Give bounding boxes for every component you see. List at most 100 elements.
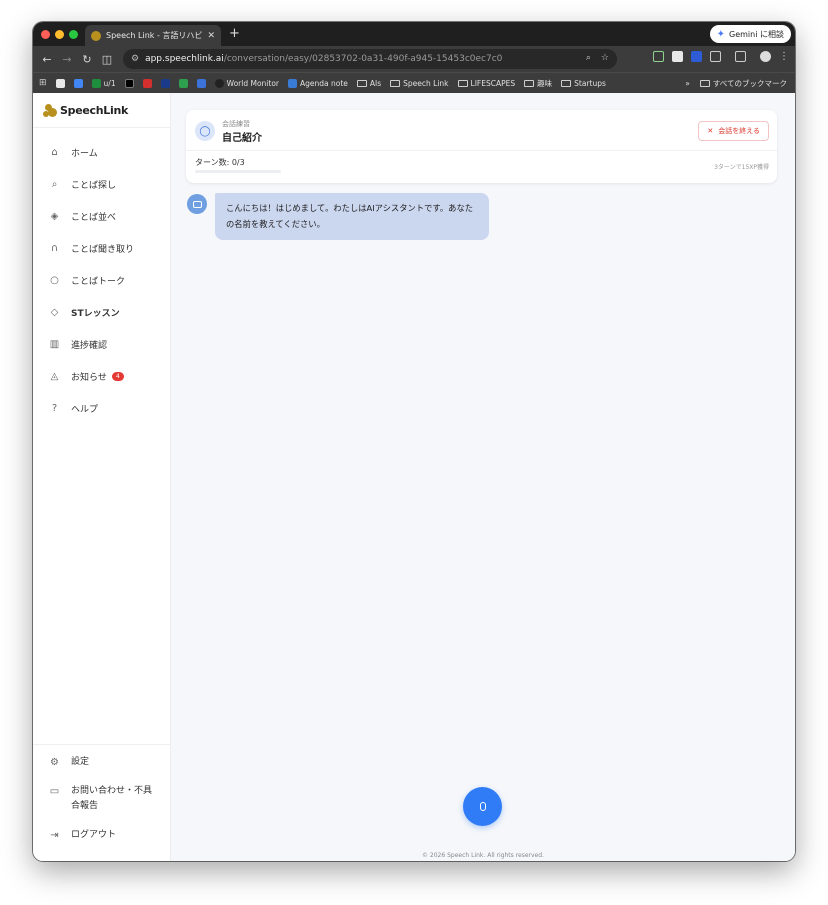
sidebar-item-label: ことば探し xyxy=(71,180,117,191)
bookmark-world-monitor[interactable]: World Monitor xyxy=(214,78,279,88)
extension-icon[interactable] xyxy=(653,51,664,62)
bookmark-u1[interactable]: u/1 xyxy=(91,78,116,88)
menu-dots-icon[interactable]: ⋮ xyxy=(779,51,789,62)
sidebar-item-label: ことば並べ xyxy=(71,212,117,223)
bookmark-label: u/1 xyxy=(103,78,116,88)
notification-count-badge: 4 xyxy=(111,371,124,381)
robot-icon xyxy=(192,200,202,208)
sidebar-item-contact[interactable]: ▭ お問い合わせ・不具合報告 xyxy=(33,784,170,814)
graduation-cap-icon: ◇ xyxy=(50,306,59,318)
forward-icon[interactable]: → xyxy=(57,53,77,66)
bank-bookmark-icon[interactable] xyxy=(160,78,170,88)
gemini-label: Gemini に相談 xyxy=(729,29,784,39)
brand-logo[interactable]: SpeechLink xyxy=(33,93,170,128)
assistant-message: こんにちは！はじめまして。わたしはAIアシスタントです。あなたの名前を教えてくだ… xyxy=(215,193,489,240)
microphone-button[interactable] xyxy=(463,787,502,826)
bookmark-label: 趣味 xyxy=(537,78,553,88)
docs-bookmark-icon[interactable] xyxy=(73,78,83,88)
site-info-icon[interactable]: ⚙ xyxy=(131,54,139,64)
bookmark-star-icon[interactable]: ☆ xyxy=(601,53,609,63)
sidebar-item-home[interactable]: ⌂ ホーム xyxy=(33,136,170,168)
bookmark-agenda-note[interactable]: Agenda note xyxy=(288,78,348,88)
side-panel-icon[interactable]: ◫ xyxy=(97,53,117,66)
news-bookmark-icon[interactable] xyxy=(142,78,152,88)
sidebar-nav: ⌂ ホーム ⌕ ことば探し ◈ ことば並べ ∩ ことば聞き取り ○ ことばトーク ◇ STレ… xyxy=(33,128,170,424)
chat-bubble-icon: ○ xyxy=(50,274,59,286)
agenda-icon xyxy=(288,78,297,88)
green-bookmark-icon[interactable] xyxy=(178,78,188,88)
profile-avatar[interactable] xyxy=(760,51,771,62)
conversation-category: 会話練習 xyxy=(222,120,250,128)
search-icon: ⌕ xyxy=(51,178,58,190)
sidebar-item-progress[interactable]: ▥ 進捗確認 xyxy=(33,328,170,360)
logout-icon: ⇥ xyxy=(50,830,59,841)
address-bar[interactable]: ⚙ app.speechlink.ai/conversation/easy/02… xyxy=(123,49,617,69)
sidebar-item-word-search[interactable]: ⌕ ことば探し xyxy=(33,168,170,200)
reading-list-icon[interactable] xyxy=(735,51,746,62)
bookmark-folder-speechlink[interactable]: Speech Link xyxy=(390,79,449,88)
folder-icon xyxy=(699,80,710,87)
url-text: app.speechlink.ai/conversation/easy/0285… xyxy=(145,54,502,64)
footer-copyright: © 2026 Speech Link. All rights reserved. xyxy=(422,852,544,859)
close-window-button[interactable] xyxy=(41,30,50,39)
sidebar-item-label: ホーム xyxy=(71,148,98,159)
extension-s-icon[interactable] xyxy=(672,51,683,62)
sidebar-item-help[interactable]: ? ヘルプ xyxy=(33,392,170,424)
end-conversation-button[interactable]: ✕ 会話を終える xyxy=(698,121,769,141)
browser-tab[interactable]: Speech Link - 言語リハビリ支援 ✕ xyxy=(85,25,221,46)
x-bookmark-icon[interactable] xyxy=(124,78,134,88)
close-tab-icon[interactable]: ✕ xyxy=(207,31,215,41)
bookmark-folder-startups[interactable]: Startups xyxy=(561,79,606,88)
bookmark-label: Startups xyxy=(574,78,606,88)
reload-icon[interactable]: ↻ xyxy=(77,53,97,66)
minimize-window-button[interactable] xyxy=(55,30,64,39)
xp-reward-note: 3ターンで15XP獲得 xyxy=(714,164,769,171)
folder-icon xyxy=(561,79,572,87)
all-bookmarks-folder[interactable]: すべてのブックマーク xyxy=(699,78,787,89)
layers-icon: ◈ xyxy=(50,210,59,222)
bookmark-label: World Monitor xyxy=(226,78,279,88)
globe-icon xyxy=(214,78,224,88)
more-bookmarks-icon[interactable]: » xyxy=(685,79,690,88)
sidebar-item-label: 設定 xyxy=(71,757,90,767)
blue-bookmark-icon[interactable] xyxy=(196,78,206,88)
folder-icon xyxy=(524,79,535,87)
sidebar-item-listening[interactable]: ∩ ことば聞き取り xyxy=(33,232,170,264)
sidebar-item-label: ログアウト xyxy=(71,830,117,840)
bookmark-folder-ais[interactable]: AIs xyxy=(356,78,382,88)
bookmark-folder-lifescapes[interactable]: LIFESCAPES xyxy=(457,78,516,88)
sidebar-item-word-order[interactable]: ◈ ことば並べ xyxy=(33,200,170,232)
sidebar-item-st-lesson[interactable]: ◇ STレッスン xyxy=(33,296,170,328)
sidebar-item-label: STレッスン xyxy=(71,308,120,319)
assistant-avatar xyxy=(187,194,207,214)
sidebar-item-talk[interactable]: ○ ことばトーク xyxy=(33,264,170,296)
zoom-window-button[interactable] xyxy=(69,30,78,39)
conversation-header: ◯ 会話練習 自己紹介 ✕ 会話を終える xyxy=(186,110,777,151)
bookmark-label: LIFESCAPES xyxy=(470,78,516,88)
new-tab-icon[interactable]: + xyxy=(229,26,240,41)
bookmark-label: すべてのブックマーク xyxy=(712,79,787,88)
speechlink-app: SpeechLink ⌂ ホーム ⌕ ことば探し ◈ ことば並べ ∩ ことば聞き取り ○… xyxy=(33,93,795,861)
extension-blue-icon[interactable] xyxy=(691,51,702,62)
zoom-icon[interactable]: ⌕ xyxy=(586,53,591,63)
apps-grid-icon[interactable]: ⊞ xyxy=(39,78,47,88)
browser-toolbar: ← → ↻ ◫ ⚙ app.speechlink.ai/conversation… xyxy=(33,46,795,72)
gmail-bookmark-icon[interactable] xyxy=(55,78,65,88)
gear-icon: ⚙ xyxy=(50,757,59,768)
extensions-area: ⋮ xyxy=(653,51,789,62)
sidebar-item-logout[interactable]: ⇥ ログアウト xyxy=(33,828,170,843)
speechlink-favicon-icon xyxy=(91,30,101,41)
sidebar-bottom: ⚙ 設定 ▭ お問い合わせ・不具合報告 ⇥ ログアウト xyxy=(33,744,170,861)
gemini-button[interactable]: ✦ Gemini に相談 xyxy=(709,25,791,43)
back-icon[interactable]: ← xyxy=(37,53,57,66)
feedback-icon: ▭ xyxy=(49,786,60,797)
bookmark-label: AIs xyxy=(369,78,382,88)
bookmark-folder-hobby[interactable]: 趣味 xyxy=(524,78,552,89)
extensions-puzzle-icon[interactable] xyxy=(710,51,721,62)
bookmarks-bar: ⊞ u/1 World Monitor Agenda note AIs Spee… xyxy=(33,72,795,93)
sidebar-item-label: ことば聞き取り xyxy=(71,244,135,255)
conversation-main: ◯ 会話練習 自己紹介 ✕ 会話を終える ターン数: 0/3 3ターンで15XP… xyxy=(171,93,795,861)
sidebar-item-notifications[interactable]: ◬ お知らせ 4 xyxy=(33,360,170,392)
sidebar-item-settings[interactable]: ⚙ 設定 xyxy=(33,755,170,770)
tab-title: Speech Link - 言語リハビリ支援 xyxy=(106,31,203,40)
